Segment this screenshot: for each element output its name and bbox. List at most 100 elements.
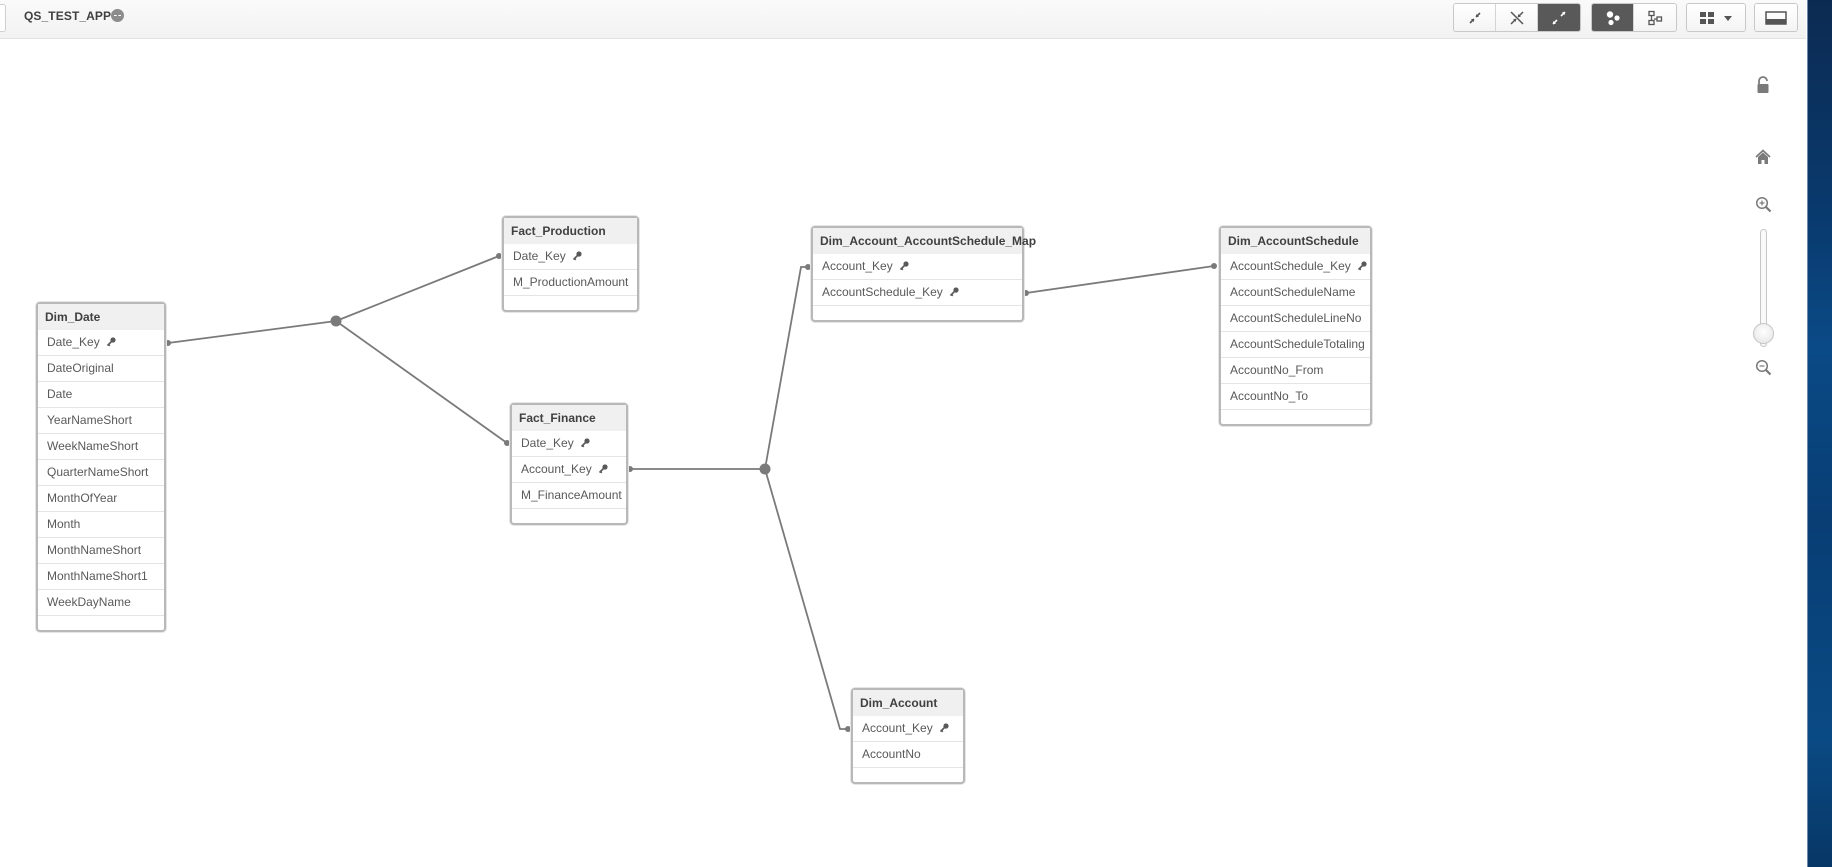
- field-row[interactable]: AccountNo: [853, 742, 963, 768]
- association-account-key[interactable]: [630, 266, 848, 730]
- table-fact-finance[interactable]: Fact_Finance Date_Key Account_Key M_Financ…: [510, 403, 628, 525]
- field-row[interactable]: Date_Key: [38, 330, 164, 356]
- field-name: MonthOfYear: [47, 491, 118, 505]
- zoom-in-icon: [1755, 196, 1771, 213]
- key-icon: [598, 458, 608, 483]
- table-dim-account-accountschedule-map[interactable]: Dim_Account_AccountSchedule_Map Account_…: [811, 226, 1036, 322]
- key-icon: [1357, 255, 1367, 280]
- app-title: QS_TEST_APP: [24, 9, 112, 23]
- view-button-group: [1591, 3, 1677, 32]
- field-row[interactable]: M_FinanceAmount: [512, 483, 626, 509]
- field-row[interactable]: WeekDayName: [38, 590, 164, 616]
- grid-layout-dropdown[interactable]: [1687, 4, 1745, 31]
- field-name: AccountScheduleName: [1230, 285, 1356, 299]
- field-row[interactable]: MonthOfYear: [38, 486, 164, 512]
- field-row[interactable]: AccountSchedule_Key: [813, 280, 1022, 306]
- field-name: Date_Key: [47, 335, 100, 349]
- field-name: Account_Key: [521, 462, 592, 476]
- field-row[interactable]: M_ProductionAmount: [504, 270, 637, 296]
- expand-all-button[interactable]: [1538, 4, 1580, 31]
- field-name: WeekNameShort: [47, 439, 139, 453]
- field-row[interactable]: Date_Key: [512, 431, 626, 457]
- link-endpoint: [1211, 263, 1217, 269]
- field-name: AccountNo: [862, 747, 921, 761]
- table-dim-account[interactable]: Dim_Account Account_Key AccountNo: [851, 688, 965, 784]
- field-name: MonthNameShort: [47, 543, 142, 557]
- key-icon: [939, 717, 949, 742]
- collapse-all-button[interactable]: [1454, 4, 1496, 31]
- top-toolbar: QS_TEST_APP: [0, 0, 1806, 39]
- field-row[interactable]: QuarterNameShort: [38, 460, 164, 486]
- field-row[interactable]: MonthNameShort: [38, 538, 164, 564]
- field-row[interactable]: Month: [38, 512, 164, 538]
- field-name: AccountScheduleLineNo: [1230, 311, 1362, 325]
- association-hub-date-key[interactable]: [330, 315, 342, 327]
- zoom-out-icon: [1755, 359, 1771, 376]
- grid-layout-group: [1686, 3, 1746, 32]
- key-icon: [949, 281, 959, 306]
- lock-toggle-button[interactable]: [1748, 76, 1778, 94]
- association-hub-account-key[interactable]: [759, 463, 771, 475]
- field-row[interactable]: Date_Key: [504, 244, 637, 270]
- table-title: Fact_Production: [504, 218, 637, 244]
- field-name: QuarterNameShort: [47, 465, 149, 479]
- zoom-slider-thumb[interactable]: [1753, 323, 1774, 345]
- field-name: AccountNo_To: [1230, 389, 1309, 403]
- key-icon: [899, 255, 909, 280]
- table-title: Dim_Account_AccountSchedule_Map: [813, 228, 1036, 254]
- field-name: AccountScheduleTotaling: [1230, 337, 1365, 351]
- desktop-background: [1807, 0, 1832, 867]
- published-status-icon: [111, 9, 124, 22]
- zoom-in-button[interactable]: [1748, 196, 1778, 213]
- preview-panel-icon: [1765, 10, 1787, 25]
- field-name: WeekDayName: [47, 595, 131, 609]
- field-row[interactable]: AccountScheduleTotaling: [1221, 332, 1370, 358]
- source-table-icon: [1648, 10, 1663, 25]
- field-name: Account_Key: [822, 259, 893, 273]
- field-name: M_ProductionAmount: [513, 275, 629, 289]
- field-row[interactable]: DateOriginal: [38, 356, 164, 382]
- association-date-key[interactable]: [167, 255, 508, 444]
- field-name: Month: [47, 517, 81, 531]
- field-name: Date_Key: [521, 436, 574, 450]
- field-name: AccountSchedule_Key: [822, 285, 943, 299]
- internal-view-button[interactable]: [1592, 4, 1634, 31]
- table-title: Dim_Account: [853, 690, 963, 716]
- layout-button-group: [1453, 3, 1581, 32]
- zoom-out-button[interactable]: [1748, 359, 1778, 376]
- field-row[interactable]: YearNameShort: [38, 408, 164, 434]
- field-row[interactable]: AccountScheduleLineNo: [1221, 306, 1370, 332]
- table-dim-date[interactable]: Dim_Date Date_Key DateOriginal Date YearNam…: [36, 302, 166, 632]
- chevron-down-icon: [1724, 15, 1732, 21]
- key-icon: [106, 331, 116, 356]
- association-accountschedule-key[interactable]: [1025, 265, 1215, 294]
- key-icon: [580, 432, 590, 457]
- home-button[interactable]: [1748, 149, 1778, 165]
- field-row[interactable]: Account_Key: [853, 716, 963, 742]
- expand-icon: [1552, 10, 1566, 25]
- field-name: DateOriginal: [47, 361, 114, 375]
- field-row[interactable]: AccountNo_To: [1221, 384, 1370, 410]
- table-dim-accountschedule[interactable]: Dim_AccountSchedule AccountSchedule_Key A…: [1219, 226, 1372, 426]
- table-title: Dim_Date: [38, 304, 164, 330]
- field-row[interactable]: AccountNo_From: [1221, 358, 1370, 384]
- key-icon: [572, 245, 582, 270]
- field-row[interactable]: AccountSchedule_Key: [1221, 254, 1370, 280]
- panel-toggle-stub[interactable]: [0, 4, 6, 32]
- field-row[interactable]: Account_Key: [813, 254, 1022, 280]
- table-fact-production[interactable]: Fact_Production Date_Key M_ProductionAmou…: [502, 216, 639, 312]
- field-row[interactable]: WeekNameShort: [38, 434, 164, 460]
- show-linked-button[interactable]: [1496, 4, 1538, 31]
- preview-toggle-button[interactable]: [1755, 4, 1797, 31]
- bubbles-icon: [1606, 10, 1620, 25]
- field-row[interactable]: MonthNameShort1: [38, 564, 164, 590]
- field-row[interactable]: Date: [38, 382, 164, 408]
- table-title: Dim_AccountSchedule: [1221, 228, 1370, 254]
- field-row[interactable]: Account_Key: [512, 457, 626, 483]
- table-title: Fact_Finance: [512, 405, 626, 431]
- field-name: MonthNameShort1: [47, 569, 148, 583]
- field-row[interactable]: AccountScheduleName: [1221, 280, 1370, 306]
- preview-group: [1754, 3, 1798, 32]
- source-view-button[interactable]: [1634, 4, 1676, 31]
- collapse-icon: [1468, 11, 1481, 24]
